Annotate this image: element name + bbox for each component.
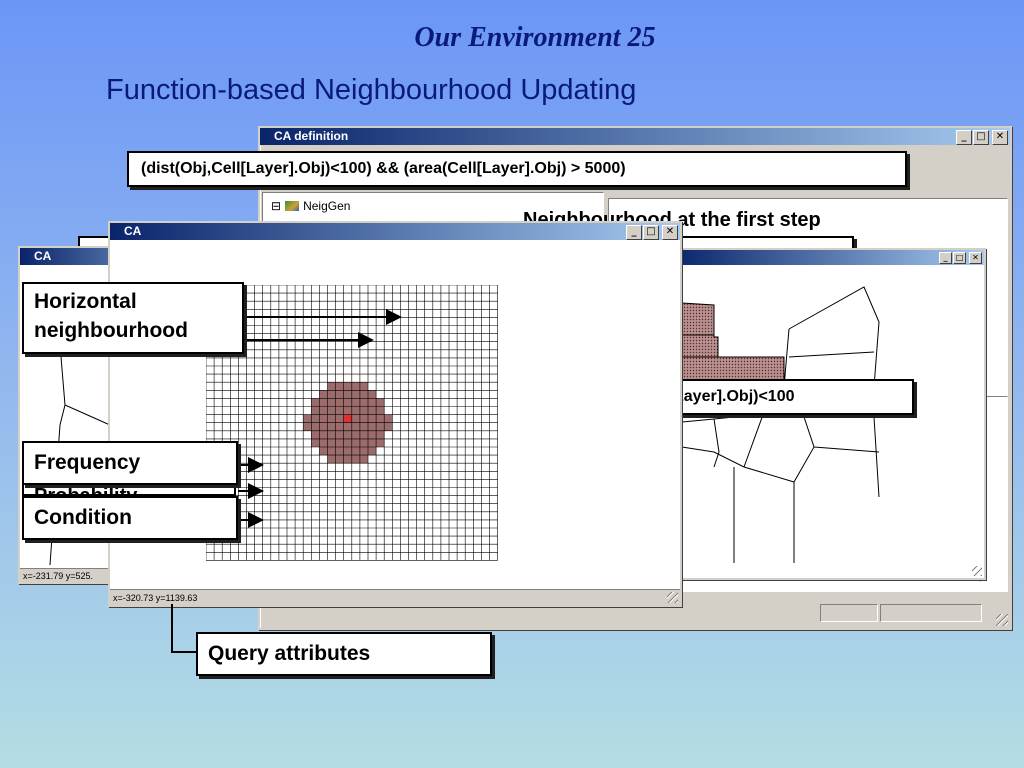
horizontal-neighbourhood-text: Horizontal neighbourhood	[34, 290, 188, 342]
arrows-layer	[171, 309, 402, 653]
horizontal-neighbourhood-callout: Horizontal neighbourhood	[22, 282, 244, 354]
probability-text: Probability	[34, 485, 138, 496]
query-attributes-callout: Query attributes	[196, 632, 492, 676]
condition-callout: Condition	[22, 496, 238, 540]
condition-text: Condition	[34, 506, 132, 529]
frequency-text: Frequency	[34, 451, 141, 474]
query-attributes-text: Query attributes	[208, 642, 371, 665]
frequency-callout: Frequency	[22, 441, 238, 485]
